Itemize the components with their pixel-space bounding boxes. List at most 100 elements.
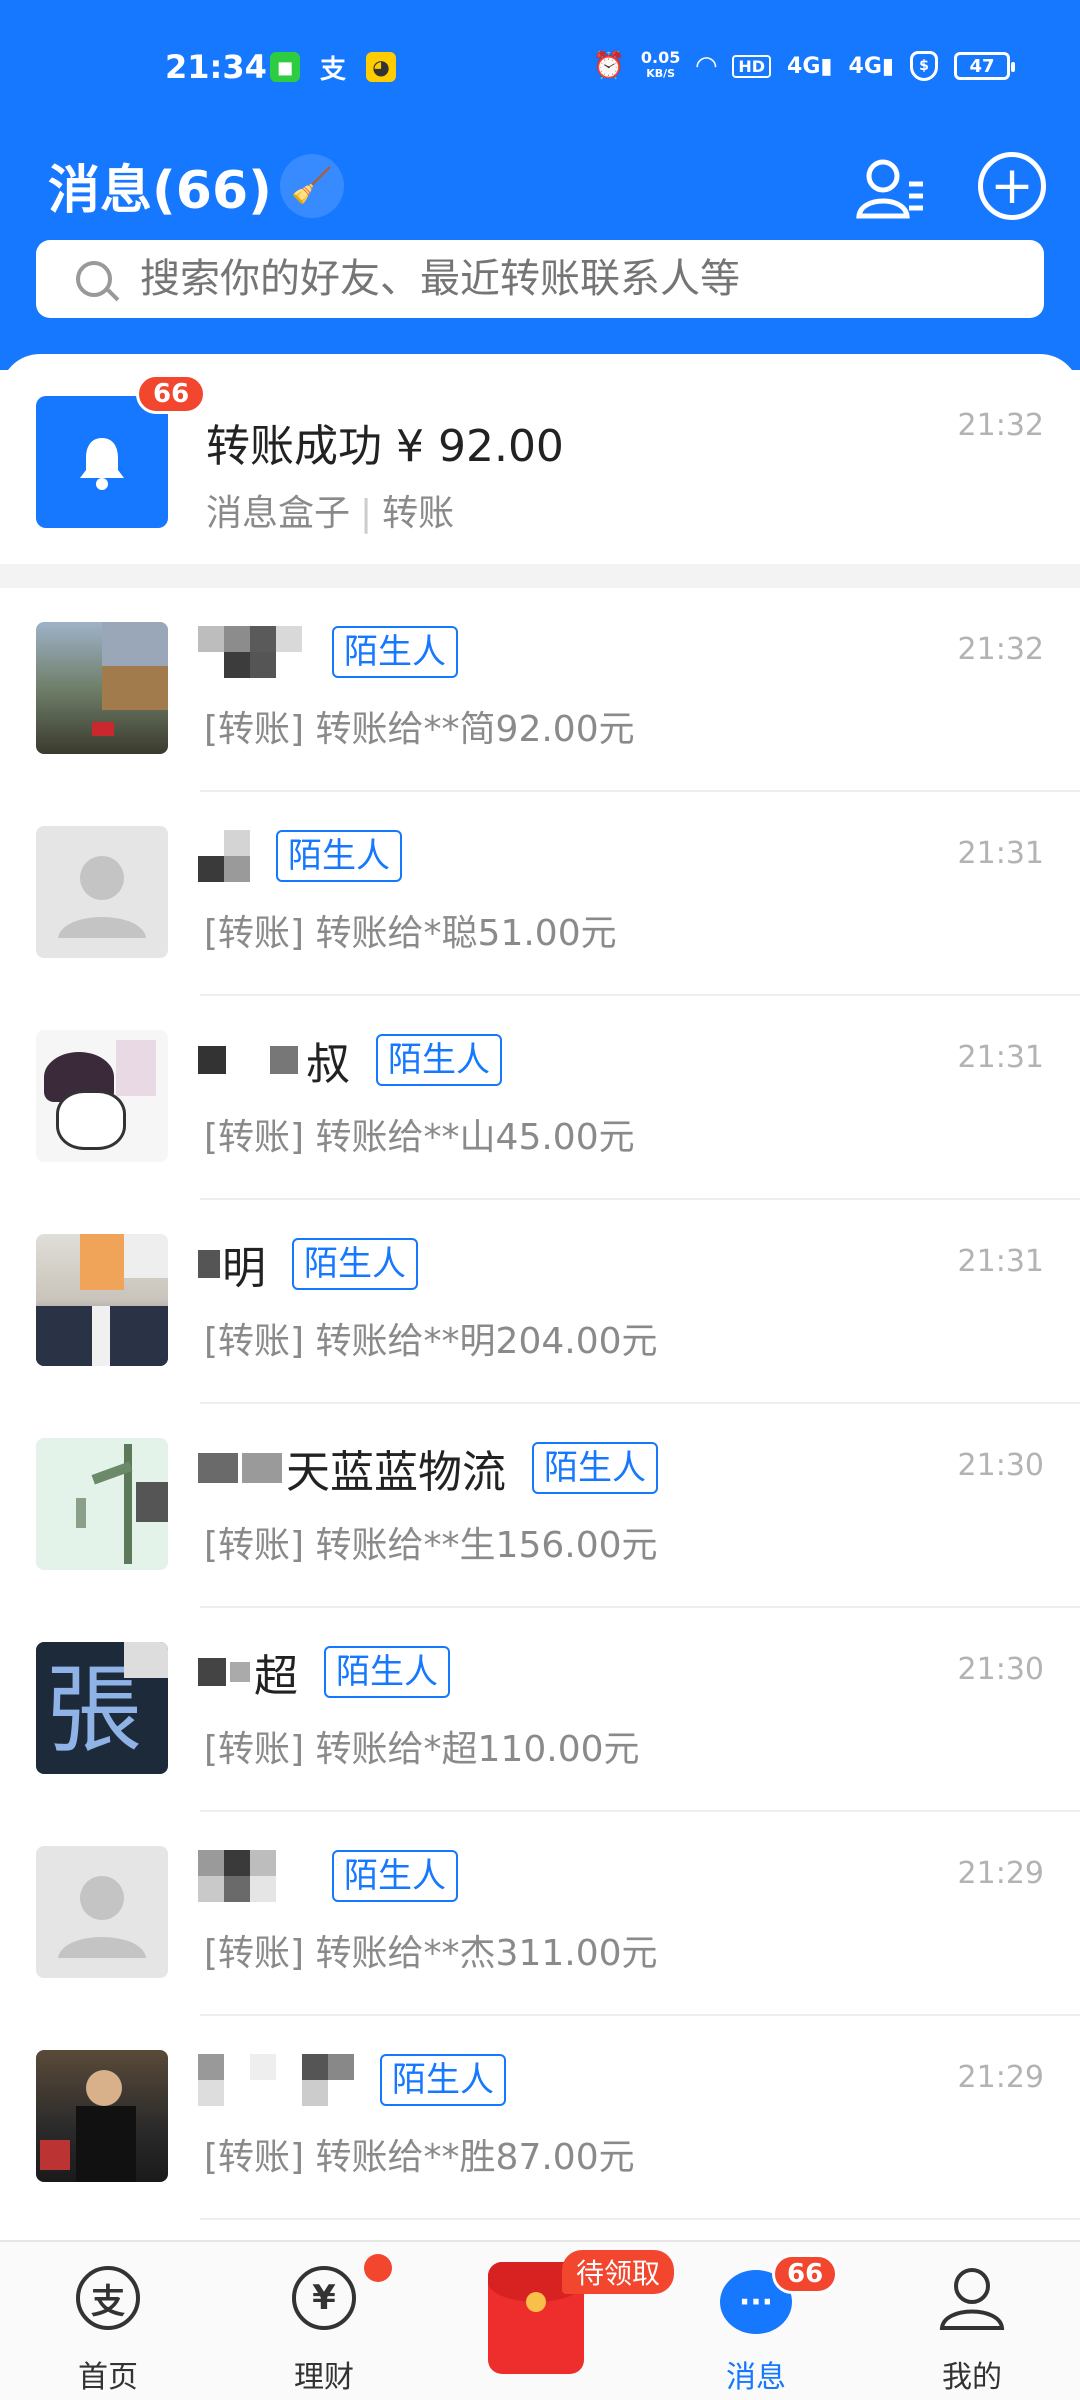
signal-icon: 4G▮ <box>787 53 833 79</box>
message-box-time: 21:32 <box>957 408 1044 443</box>
yuan-icon: ¥ <box>292 2266 356 2330</box>
shield-icon: $ <box>910 51 938 81</box>
message-preview: [转账] 转账给**山45.00元 <box>204 1117 635 1158</box>
conversation-row[interactable]: 明 陌生人 [转账] 转账给**明204.00元 21:31 <box>0 1200 1080 1404</box>
masked-name: 叔 <box>198 1028 350 1092</box>
wifi-icon: ◠ <box>696 51 717 81</box>
message-preview: [转账] 转账给*聪51.00元 <box>204 913 617 954</box>
masked-name: 天蓝蓝物流 <box>198 1436 506 1500</box>
name-line: 超 陌生人 <box>198 1642 450 1702</box>
conversation-row[interactable]: 陌生人 [转账] 转账给**简92.00元 21:32 <box>0 588 1080 792</box>
message-time: 21:31 <box>957 1244 1044 1279</box>
plus-icon: + <box>990 156 1034 216</box>
masked-name <box>198 2054 354 2106</box>
stranger-tag: 陌生人 <box>376 1034 502 1086</box>
stranger-tag: 陌生人 <box>276 830 402 882</box>
avatar <box>36 1846 168 1978</box>
masked-name <box>198 1850 306 1902</box>
message-preview: [转账] 转账给**胜87.00元 <box>204 2137 635 2178</box>
message-box-title: 转账成功 ¥ 92.00 <box>206 421 564 472</box>
conversation-row[interactable]: 陌生人 [转账] 转账给*聪51.00元 21:31 <box>0 792 1080 996</box>
hd-icon: HD <box>732 54 772 78</box>
avatar <box>36 1030 168 1162</box>
conversation-row[interactable]: 陌生人 [转账] 转账给**胜87.00元 21:29 <box>0 2016 1080 2220</box>
masked-name: 超 <box>198 1640 298 1704</box>
message-box-item[interactable]: 66 转账成功 ¥ 92.00 消息盒子 | 转账 21:32 <box>0 354 1080 564</box>
tab-messages[interactable]: ··· 66 消息 <box>648 2242 864 2400</box>
app-notification-icon: ◕ <box>366 52 396 82</box>
tab-home[interactable]: 支 首页 <box>0 2242 216 2400</box>
alipay-home-icon: 支 <box>76 2266 140 2330</box>
name-line: 陌生人 <box>198 622 458 682</box>
default-avatar-icon <box>58 1876 146 1958</box>
contacts-button[interactable] <box>850 148 930 228</box>
default-avatar-icon <box>58 856 146 938</box>
stranger-tag: 陌生人 <box>324 1646 450 1698</box>
stranger-tag: 陌生人 <box>292 1238 418 1290</box>
wechat-icon: ◼ <box>270 52 300 82</box>
status-bar: 21:34 ◼ 支 ◕ ⏰ 0.05 KB/S ◠ HD 4G▮ 4G▮ $ 4… <box>0 0 1080 135</box>
broom-icon: 🧹 <box>290 166 334 206</box>
stranger-tag: 陌生人 <box>532 1442 658 1494</box>
message-time: 21:30 <box>957 1448 1044 1483</box>
conversation-row[interactable]: 天蓝蓝物流 陌生人 [转账] 转账给**生156.00元 21:30 <box>0 1404 1080 1608</box>
avatar <box>36 826 168 958</box>
unread-badge: 66 <box>136 374 207 414</box>
message-time: 21:32 <box>957 632 1044 667</box>
message-panel: 66 转账成功 ¥ 92.00 消息盒子 | 转账 21:32 陌生人 [转账] 转… <box>0 354 1080 2240</box>
contacts-icon <box>856 159 923 219</box>
tab-wealth[interactable]: ¥ 理财 <box>216 2242 432 2400</box>
signal-icon-2: 4G▮ <box>848 53 894 79</box>
avatar <box>36 1438 168 1570</box>
masked-name <box>198 626 306 678</box>
tab-me[interactable]: 我的 <box>864 2242 1080 2400</box>
status-time: 21:34 <box>165 48 267 86</box>
avatar <box>36 622 168 754</box>
message-preview: [转账] 转账给**生156.00元 <box>204 1525 658 1566</box>
message-preview: [转账] 转账给**明204.00元 <box>204 1321 658 1362</box>
messages-badge: 66 <box>772 2254 839 2294</box>
status-indicators: ⏰ 0.05 KB/S ◠ HD 4G▮ 4G▮ $ 47 <box>592 48 1015 82</box>
name-line: 天蓝蓝物流 陌生人 <box>198 1438 658 1498</box>
conversation-row[interactable]: 張 超 陌生人 [转账] 转账给*超110.00元 21:30 <box>0 1608 1080 1812</box>
avatar <box>36 2050 168 2182</box>
name-line: 叔 陌生人 <box>198 1030 502 1090</box>
search-input[interactable] <box>140 256 1000 302</box>
message-box-icon <box>36 396 168 528</box>
net-speed: 0.05 KB/S <box>640 48 681 81</box>
message-time: 21:29 <box>957 1856 1044 1891</box>
person-icon <box>939 2268 1005 2330</box>
stranger-tag: 陌生人 <box>332 626 458 678</box>
message-time: 21:31 <box>957 1040 1044 1075</box>
bottom-tab-bar: 支 首页 ¥ 理财 待领取 ··· 66 消息 我的 <box>0 2240 1080 2400</box>
conversation-list: 陌生人 [转账] 转账给**简92.00元 21:32 陌生人 [转账] 转账给… <box>0 588 1080 2220</box>
tab-red-packet[interactable]: 待领取 <box>432 2242 675 2400</box>
search-icon <box>76 261 112 297</box>
section-divider <box>0 564 1080 588</box>
clear-unread-button[interactable]: 🧹 <box>280 154 344 218</box>
bell-icon <box>80 438 124 490</box>
stranger-tag: 陌生人 <box>332 1850 458 1902</box>
search-bar[interactable] <box>36 240 1044 318</box>
message-preview: [转账] 转账给**简92.00元 <box>204 709 635 750</box>
new-dot <box>364 2254 392 2282</box>
name-line: 明 陌生人 <box>198 1234 418 1294</box>
conversation-row[interactable]: 叔 陌生人 [转账] 转账给**山45.00元 21:31 <box>0 996 1080 1200</box>
message-time: 21:29 <box>957 2060 1044 2095</box>
masked-name <box>198 830 250 882</box>
message-preview: [转账] 转账给*超110.00元 <box>204 1729 640 1770</box>
masked-name: 明 <box>198 1232 266 1296</box>
message-box-subtitle: 消息盒子 | 转账 <box>206 493 455 534</box>
conversation-row[interactable]: 陌生人 [转账] 转账给**杰311.00元 21:29 <box>0 1812 1080 2016</box>
message-time: 21:31 <box>957 836 1044 871</box>
add-button[interactable]: + <box>978 152 1046 220</box>
name-line: 陌生人 <box>198 826 402 886</box>
message-preview: [转账] 转账给**杰311.00元 <box>204 1933 658 1974</box>
battery-icon: 47 <box>954 52 1015 80</box>
stranger-tag: 陌生人 <box>380 2054 506 2106</box>
avatar: 張 <box>36 1642 168 1774</box>
name-line: 陌生人 <box>198 2050 506 2110</box>
alarm-icon: ⏰ <box>592 51 625 81</box>
alipay-icon: 支 <box>319 54 346 85</box>
avatar <box>36 1234 168 1366</box>
